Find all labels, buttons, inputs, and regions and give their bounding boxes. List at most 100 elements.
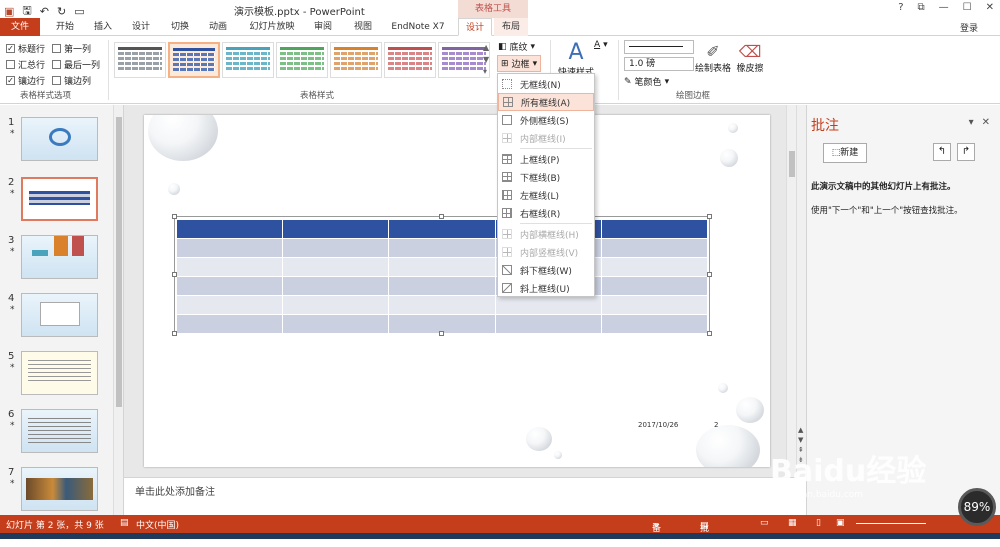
slide-nav-scrollbar[interactable]: ▲ ▼ ⇞ ⇟ <box>796 105 806 477</box>
text-fill-button[interactable]: A ▾ <box>594 40 608 50</box>
last-column-option[interactable]: 最后一列 <box>52 58 100 71</box>
help-button[interactable]: ? <box>898 2 903 13</box>
slide-preview[interactable] <box>21 409 98 453</box>
minimize-button[interactable]: — <box>939 2 949 13</box>
previous-comment-button[interactable]: ↰ <box>933 143 951 161</box>
slide-preview[interactable] <box>21 351 98 395</box>
maximize-button[interactable]: ☐ <box>963 2 972 13</box>
menu-item-no-border[interactable]: 无框线(N) <box>498 75 594 93</box>
table-row[interactable] <box>175 238 709 258</box>
normal-view-icon[interactable]: ▭ <box>760 518 769 528</box>
menu-item-outside-borders[interactable]: 外侧框线(S) <box>498 111 594 129</box>
tab-file[interactable]: 文件 <box>0 18 40 36</box>
table-row[interactable] <box>175 257 709 277</box>
tab-animations[interactable]: 动画 <box>201 18 235 36</box>
tab-slideshow[interactable]: 幻灯片放映 <box>246 18 298 36</box>
borders-button[interactable]: ⊞ 边框 ▾ <box>497 55 542 72</box>
tab-endnote[interactable]: EndNote X7 <box>386 18 450 36</box>
menu-item-diagonal-down[interactable]: 斜下框线(W) <box>498 261 594 279</box>
next-comment-button[interactable]: ↱ <box>957 143 975 161</box>
table-row[interactable] <box>175 276 709 296</box>
checkbox-unchecked-icon[interactable] <box>52 44 61 53</box>
language-indicator[interactable]: 中文(中国) <box>136 518 179 531</box>
menu-item-bottom-border[interactable]: 下框线(B) <box>498 168 594 186</box>
notes-pane[interactable]: 单击此处添加备注 <box>124 477 796 515</box>
first-column-option[interactable]: 第一列 <box>52 42 91 55</box>
tab-table-design[interactable]: 设计 <box>458 18 492 36</box>
tab-view[interactable]: 视图 <box>346 18 380 36</box>
table-style-1[interactable] <box>114 42 166 78</box>
banded-rows-option[interactable]: ✓ 镶边行 <box>6 74 45 87</box>
tab-transitions[interactable]: 切换 <box>163 18 197 36</box>
checkbox-unchecked-icon[interactable] <box>6 60 15 69</box>
group-label-table-styles: 表格样式 <box>300 91 335 101</box>
checkbox-unchecked-icon[interactable] <box>52 76 61 85</box>
reading-view-icon[interactable]: ▯ <box>816 518 821 528</box>
checkbox-checked-icon[interactable]: ✓ <box>6 44 15 53</box>
slide-table[interactable] <box>175 219 709 334</box>
slide-canvas[interactable]: 2017/10/26 2 <box>144 115 770 467</box>
draw-table-button[interactable]: ✐ 绘制表格 <box>695 42 731 74</box>
resize-handle[interactable] <box>707 272 712 277</box>
signin-link[interactable]: 登录 <box>960 21 978 34</box>
redo-icon[interactable]: ↻ <box>57 5 66 18</box>
table-style-6[interactable] <box>384 42 436 78</box>
menu-item-top-border[interactable]: 上框线(P) <box>498 150 594 168</box>
eraser-button[interactable]: ⌫ 橡皮擦 <box>734 42 766 74</box>
resize-handle[interactable] <box>707 331 712 336</box>
resize-handle[interactable] <box>707 214 712 219</box>
total-row-option[interactable]: 汇总行 <box>6 58 45 71</box>
slide-scrollbar[interactable] <box>786 105 796 477</box>
slide-preview[interactable] <box>21 117 98 161</box>
table-row[interactable] <box>175 295 709 315</box>
header-row-option[interactable]: ✓ 标题行 <box>6 42 45 55</box>
resize-handle[interactable] <box>172 214 177 219</box>
menu-item-all-borders[interactable]: 所有框线(A) <box>498 93 594 111</box>
slide-preview[interactable] <box>21 293 98 337</box>
resize-handle[interactable] <box>439 331 444 336</box>
resize-handle[interactable] <box>172 331 177 336</box>
resize-handle[interactable] <box>439 214 444 219</box>
undo-icon[interactable]: ↶ <box>40 5 49 18</box>
network-speed-widget[interactable]: 89% <box>958 488 996 526</box>
slide-preview[interactable] <box>21 235 98 279</box>
close-pane-icon[interactable]: ✕ <box>982 117 990 128</box>
menu-item-diagonal-up[interactable]: 斜上框线(U) <box>498 279 594 297</box>
table-style-2[interactable] <box>168 42 220 78</box>
pane-options-icon[interactable]: ▾ <box>969 117 974 128</box>
close-button[interactable]: ✕ <box>986 2 994 13</box>
spellcheck-icon[interactable]: ▤ <box>120 518 129 528</box>
slide-preview[interactable] <box>21 177 98 221</box>
pen-weight-select[interactable]: 1.0 磅 <box>624 57 694 71</box>
zoom-slider[interactable] <box>856 523 926 524</box>
notes-placeholder[interactable]: 单击此处添加备注 <box>135 483 215 498</box>
slideshow-icon[interactable]: ▣ <box>836 518 845 528</box>
banded-columns-option[interactable]: 镶边列 <box>52 74 91 87</box>
scrollbar-thumb[interactable] <box>116 117 122 407</box>
checkbox-checked-icon[interactable]: ✓ <box>6 76 15 85</box>
slide-preview[interactable] <box>21 467 98 511</box>
menu-item-right-border[interactable]: 右框线(R) <box>498 204 594 222</box>
menu-item-left-border[interactable]: 左框线(L) <box>498 186 594 204</box>
tab-home[interactable]: 开始 <box>48 18 82 36</box>
tab-design[interactable]: 设计 <box>124 18 158 36</box>
table-header-row[interactable] <box>175 219 709 239</box>
tab-review[interactable]: 审阅 <box>306 18 340 36</box>
new-comment-button[interactable]: ⬚新建 <box>823 143 867 163</box>
scrollbar-thumb[interactable] <box>789 151 795 177</box>
resize-handle[interactable] <box>172 272 177 277</box>
start-presentation-icon[interactable]: ▭ <box>74 5 84 18</box>
pen-color-button[interactable]: ✎ 笔颜色 ▾ <box>624 75 669 89</box>
slide-sorter-icon[interactable]: ▦ <box>788 518 797 528</box>
gallery-scroll[interactable]: ▲ ▼ ▾ <box>483 42 489 78</box>
thumbnails-scrollbar[interactable] <box>113 105 123 515</box>
pen-style-select[interactable] <box>624 40 694 54</box>
table-style-4[interactable] <box>276 42 328 78</box>
table-style-3[interactable] <box>222 42 274 78</box>
tab-insert[interactable]: 插入 <box>86 18 120 36</box>
checkbox-unchecked-icon[interactable] <box>52 60 61 69</box>
ribbon-display-button[interactable]: ⧉ <box>918 2 925 13</box>
tab-table-layout[interactable]: 布局 <box>494 18 528 36</box>
table-style-5[interactable] <box>330 42 382 78</box>
shading-button[interactable]: ◧ 底纹 ▾ <box>498 40 535 54</box>
